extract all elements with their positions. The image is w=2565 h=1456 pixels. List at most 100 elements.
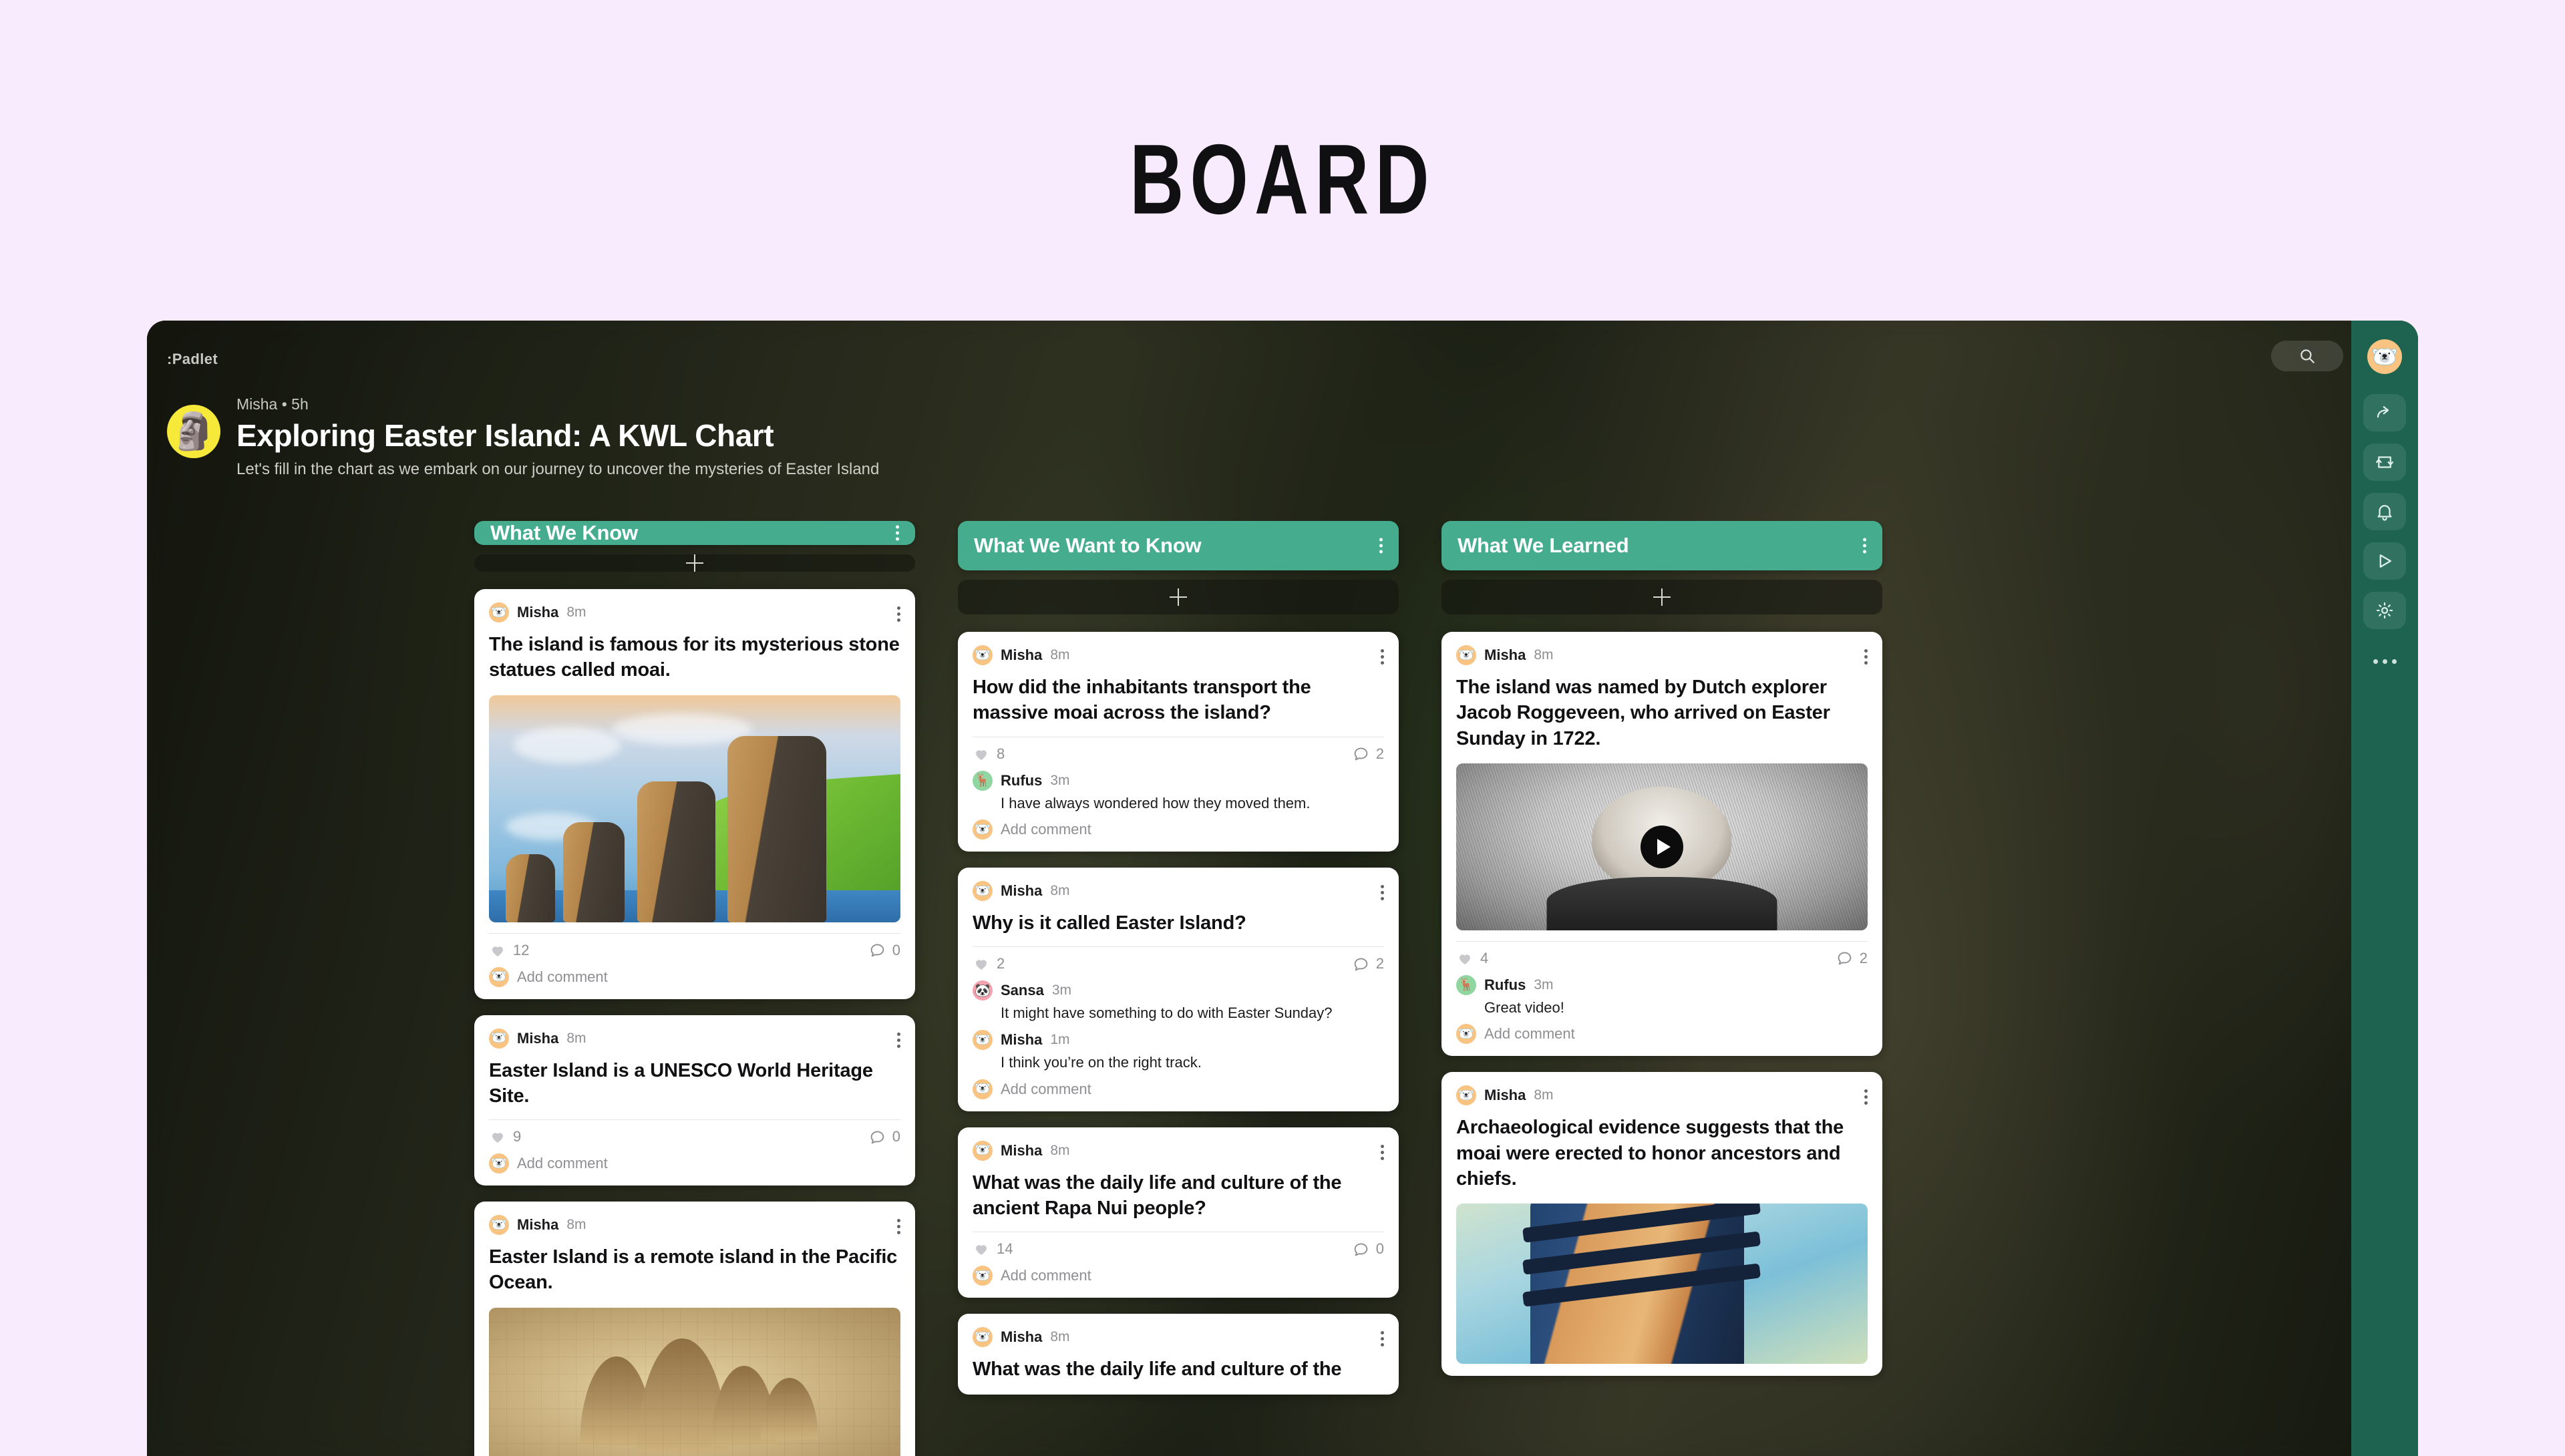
column-menu-button[interactable] [892, 522, 903, 545]
dot [1864, 1101, 1868, 1105]
add-comment-field[interactable]: 🐻‍❄️ Add comment [1456, 1024, 1868, 1045]
comment-avatar: 🐼 [973, 980, 993, 1001]
post-menu-button[interactable] [1377, 881, 1388, 904]
dot [896, 531, 899, 535]
add-comment-field[interactable]: 🐻‍❄️ Add comment [973, 820, 1384, 840]
comment-count-button[interactable]: 0 [869, 1128, 900, 1145]
dot [1863, 538, 1866, 542]
like-button[interactable]: 12 [489, 942, 529, 959]
page-title: BOARD [1130, 124, 1435, 235]
post-timestamp: 8m [1050, 647, 1070, 663]
post-author-avatar: 🐻‍❄️ [973, 1140, 993, 1161]
post-title: How did the inhabitants transport the ma… [973, 677, 1311, 724]
column-header[interactable]: What We Learned [1441, 521, 1882, 570]
remake-button[interactable] [2363, 443, 2406, 481]
comment-count: 2 [1375, 745, 1384, 762]
post-card[interactable]: 🐻‍❄️ Misha 8m Archaeological evidence su… [1441, 1072, 1882, 1377]
column-menu-button[interactable] [1859, 534, 1870, 558]
add-comment-field[interactable]: 🐻‍❄️ Add comment [973, 1079, 1384, 1099]
play-button[interactable] [1641, 825, 1683, 868]
dot [1864, 655, 1868, 659]
post-image[interactable] [489, 1307, 900, 1456]
post-menu-button[interactable] [1860, 645, 1872, 669]
more-options-button[interactable] [2363, 645, 2406, 677]
post-card[interactable]: 🐻‍❄️ Misha 8m Easter Island is a remote … [474, 1202, 915, 1456]
post-menu-button[interactable] [1377, 1327, 1388, 1350]
like-count: 8 [997, 745, 1005, 762]
column-header[interactable]: What We Want to Know [958, 521, 1399, 570]
post-menu-button[interactable] [893, 602, 904, 626]
dot [897, 606, 900, 610]
current-user-avatar: 🐻‍❄️ [973, 1079, 993, 1099]
post-card[interactable]: 🐻‍❄️ Misha 8m The island was named by Du… [1441, 632, 1882, 1057]
post-card[interactable]: 🐻‍❄️ Misha 8m Easter Island is a UNESCO … [474, 1015, 915, 1186]
post-title: Easter Island is a remote island in the … [489, 1246, 898, 1294]
add-comment-field[interactable]: 🐻‍❄️ Add comment [973, 1266, 1384, 1286]
board-title[interactable]: Exploring Easter Island: A KWL Chart [236, 417, 879, 453]
post-author: Misha [1001, 1328, 1043, 1346]
user-avatar[interactable]: 🐻‍❄️ [2367, 339, 2402, 374]
column-menu-button[interactable] [1375, 534, 1387, 558]
comment-count-button[interactable]: 0 [869, 942, 900, 959]
post-video-thumbnail[interactable] [1456, 763, 1868, 930]
add-post-button[interactable] [958, 580, 1399, 614]
padlet-logo[interactable]: :Padlet [167, 351, 218, 368]
post-card[interactable]: 🐻‍❄️ Misha 8m What was the daily life an… [958, 1314, 1399, 1395]
board-column: What We Know 🐻‍❄️ Misha 8m [474, 521, 915, 1456]
post-menu-button[interactable] [1377, 645, 1388, 669]
comment-text: I have always wondered how they moved th… [1001, 794, 1311, 811]
search-button[interactable] [2271, 341, 2343, 371]
column-header[interactable]: What We Know [474, 521, 915, 545]
post-menu-button[interactable] [893, 1215, 904, 1238]
comment-count-button[interactable]: 2 [1353, 955, 1384, 972]
comment-timestamp: 3m [1050, 772, 1070, 788]
comment-count-button[interactable]: 2 [1836, 950, 1868, 967]
post-author: Misha [1001, 882, 1043, 900]
post-menu-button[interactable] [893, 1029, 904, 1052]
post-header: 🐻‍❄️ Misha 8m [1456, 1085, 1868, 1106]
add-comment-field[interactable]: 🐻‍❄️ Add comment [489, 966, 900, 987]
add-post-button[interactable] [474, 554, 915, 572]
like-button[interactable]: 4 [1456, 950, 1488, 967]
dot [1381, 885, 1384, 889]
post-author-avatar: 🐻‍❄️ [489, 1028, 509, 1049]
add-comment-field[interactable]: 🐻‍❄️ Add comment [489, 1153, 900, 1174]
post-card[interactable]: 🐻‍❄️ Misha 8m The island is famous for i… [474, 589, 915, 999]
comment-count-button[interactable]: 2 [1353, 745, 1384, 763]
column-title: What We Want to Know [974, 534, 1202, 557]
post-image[interactable] [1456, 1204, 1868, 1364]
dot [1864, 661, 1868, 665]
dot [1381, 1331, 1384, 1335]
heart-icon [492, 946, 503, 956]
board-description: Let's fill in the chart as we embark on … [236, 460, 880, 478]
like-button[interactable]: 9 [489, 1128, 521, 1145]
current-user-avatar: 🐻‍❄️ [489, 1153, 509, 1174]
slideshow-button[interactable] [2363, 542, 2406, 580]
post-image[interactable] [489, 695, 900, 922]
comment-timestamp: 3m [1534, 976, 1554, 992]
comment-count-button[interactable]: 0 [1353, 1240, 1384, 1258]
post-actions: 4 2 [1456, 942, 1868, 970]
notifications-button[interactable] [2363, 493, 2406, 530]
post-card[interactable]: 🐻‍❄️ Misha 8m What was the daily life an… [958, 1127, 1399, 1298]
dot [1381, 897, 1384, 901]
post-author-avatar: 🐻‍❄️ [973, 881, 993, 902]
post-card[interactable]: 🐻‍❄️ Misha 8m How did the inhabitants tr… [958, 632, 1399, 852]
dot [897, 612, 900, 616]
post-author: Misha [517, 1029, 559, 1047]
add-post-button[interactable] [1441, 580, 1882, 614]
post-menu-button[interactable] [1377, 1141, 1388, 1164]
like-button[interactable]: 8 [973, 745, 1005, 763]
settings-button[interactable] [2363, 592, 2406, 629]
dot [896, 525, 899, 529]
post-header: 🐻‍❄️ Misha 8m [489, 602, 900, 622]
post-author-avatar: 🐻‍❄️ [1456, 645, 1476, 665]
like-button[interactable]: 2 [973, 955, 1005, 972]
post-author: Misha [1484, 1087, 1526, 1104]
post-card[interactable]: 🐻‍❄️ Misha 8m Why is it called Easter Is… [958, 868, 1399, 1111]
like-button[interactable]: 14 [973, 1240, 1013, 1258]
board-avatar[interactable]: 🗿 [167, 405, 220, 458]
share-button[interactable] [2363, 394, 2406, 431]
post-menu-button[interactable] [1860, 1085, 1872, 1109]
app-window: :Padlet 🗿 Misha • 5h Exploring Easter Is… [147, 321, 2418, 1456]
